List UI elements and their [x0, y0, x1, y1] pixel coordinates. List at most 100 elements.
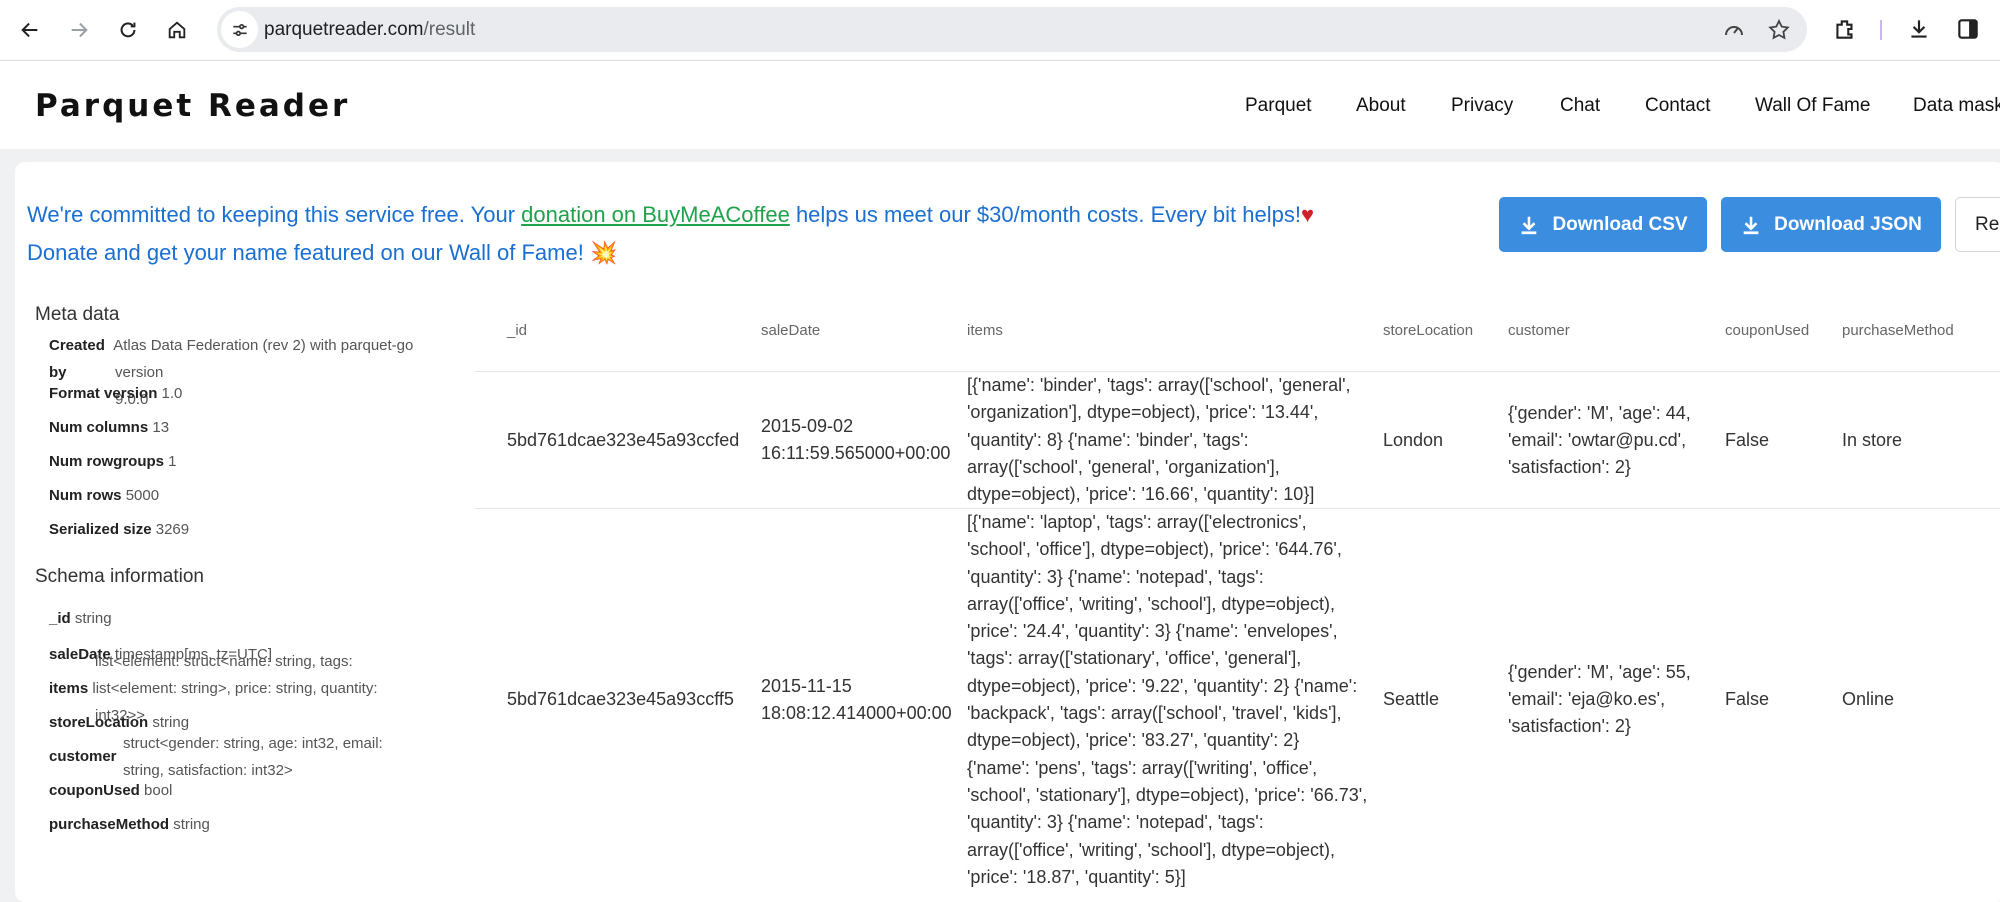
items-line: 'price': '18.87', 'quantity': 5}]	[967, 866, 1186, 887]
meta-label: Num rows	[49, 487, 122, 504]
download-json-button[interactable]: Download JSON	[1721, 197, 1941, 252]
column-header-saledate[interactable]: saleDate	[761, 322, 820, 339]
schema-value: string	[152, 714, 190, 731]
meta-row-format-version: Format version 1.0	[49, 380, 182, 407]
schema-value: bool	[144, 782, 173, 799]
schema-value: string	[173, 816, 210, 833]
column-header-items[interactable]: items	[967, 322, 1003, 339]
forward-icon[interactable]	[61, 12, 97, 48]
column-header-couponused[interactable]: couponUsed	[1725, 322, 1809, 339]
donation-link[interactable]: donation on BuyMeACoffee	[521, 202, 790, 227]
column-header-storelocation[interactable]: storeLocation	[1383, 322, 1473, 339]
download-icon[interactable]	[1904, 14, 1934, 44]
items-line: {'name': 'pens', 'tags': array(['writing…	[967, 757, 1318, 778]
cell-couponused: False	[1725, 430, 1770, 450]
items-line: dtype=object), 'price': '9.22', 'quantit…	[967, 675, 1358, 696]
meta-row-num-rows: Num rows 5000	[49, 482, 159, 509]
nav-privacy[interactable]: Privacy	[1451, 95, 1513, 117]
nav-contact[interactable]: Contact	[1645, 95, 1710, 117]
reload-icon[interactable]	[110, 12, 146, 48]
meta-value: 1.0	[161, 385, 183, 402]
items-line: [{'name': 'binder', 'tags': array(['scho…	[967, 375, 1351, 395]
schema-row-purchasemethod: purchaseMethod string	[49, 816, 210, 833]
heart-icon: ♥	[1300, 202, 1315, 227]
items-line: [{'name': 'laptop', 'tags': array(['elec…	[967, 512, 1307, 532]
nav-wall-of-fame[interactable]: Wall Of Fame	[1755, 95, 1870, 117]
customer-line: 'satisfaction': 2}	[1508, 457, 1631, 477]
schema-label: storeLocation	[49, 714, 149, 731]
back-icon[interactable]	[12, 12, 48, 48]
meta-row-serialized-size: Serialized size 3269	[49, 516, 189, 543]
schema-row-couponused: couponUsed bool	[49, 782, 172, 799]
cell-items: [{'name': 'binder', 'tags': array(['scho…	[967, 372, 1392, 508]
schema-label: purchaseMethod	[49, 816, 170, 833]
meta-value: 13	[152, 419, 170, 436]
items-line: array(['office', 'writing', 'school'], d…	[967, 839, 1335, 860]
schema-label: couponUsed	[49, 782, 140, 799]
read-button[interactable]: Re	[1955, 197, 2000, 252]
schema-value: string	[74, 610, 112, 627]
cell-couponused: False	[1725, 689, 1770, 709]
meta-label: Created	[49, 337, 105, 354]
customer-line: 'email': 'eja@ko.es',	[1508, 689, 1666, 709]
schema-customer-line-3: string, satisfaction: int32>	[123, 762, 293, 779]
column-header-id[interactable]: _id	[507, 322, 527, 339]
meta-label: Serialized size	[49, 521, 152, 538]
schema-items-line-1: list<element: struct<name: string, tags:	[95, 653, 353, 670]
site-header: Parquet Reader Parquet About Privacy Cha…	[0, 61, 2000, 149]
url-text[interactable]: parquetreader.com/result	[264, 19, 475, 41]
items-line: 'school', 'stationary'], dtype=object), …	[967, 784, 1368, 805]
download-icon	[1743, 216, 1759, 234]
toolbar-divider	[1880, 20, 1882, 40]
items-line: array(['office', 'writing', 'school'], d…	[967, 593, 1335, 614]
items-line: 'school', 'office'], dtype=object), 'pri…	[967, 539, 1342, 560]
donation-notice: We're committed to keeping this service …	[27, 196, 1314, 272]
extensions-icon[interactable]	[1830, 14, 1860, 44]
nav-about[interactable]: About	[1356, 95, 1406, 117]
schema-label: _id	[49, 610, 71, 627]
site-logo[interactable]: Parquet Reader	[35, 88, 350, 124]
address-bar[interactable]: parquetreader.com/result	[217, 7, 1807, 52]
cell-saledate: 2015-09-02 16:11:59.565000+00:00	[761, 413, 950, 467]
nav-parquet[interactable]: Parquet	[1245, 95, 1312, 117]
side-panel-icon[interactable]	[1953, 14, 1983, 44]
items-line: 'tags': array(['stationary', 'office', '…	[967, 648, 1302, 669]
schema-title: Schema information	[35, 566, 204, 587]
meta-value: 5000	[125, 487, 160, 504]
items-line: 'quantity': 3} {'name': 'notepad', 'tags…	[967, 812, 1264, 833]
url-host: parquetreader.com	[264, 19, 424, 40]
nav-chat[interactable]: Chat	[1560, 95, 1600, 117]
notice-text-2: helps us meet our $30/month costs. Every…	[789, 202, 1301, 227]
bookmark-star-icon[interactable]	[1766, 17, 1792, 43]
meta-row-num-columns: Num columns 13	[49, 414, 169, 441]
items-line: array(['school', 'general', 'organizatio…	[967, 456, 1280, 477]
download-csv-button[interactable]: Download CSV	[1499, 197, 1707, 252]
notice-line-1: We're committed to keeping this service …	[27, 196, 1314, 234]
meta-title: Meta data	[35, 304, 120, 325]
meta-row-num-rowgroups: Num rowgroups 1	[49, 448, 177, 475]
site-settings-icon[interactable]	[221, 11, 258, 48]
items-line: dtype=object), 'price': '16.66', 'quanti…	[967, 484, 1315, 505]
items-line: 'quantity': 3} {'name': 'notepad', 'tags…	[967, 566, 1264, 587]
items-line: 'quantity': 8} {'name': 'binder', 'tags'…	[967, 429, 1249, 450]
column-header-purchasemethod[interactable]: purchaseMethod	[1842, 322, 1954, 339]
cell-storelocation: Seattle	[1383, 689, 1440, 709]
notice-line-2: Donate and get your name featured on our…	[27, 240, 618, 265]
column-header-customer[interactable]: customer	[1508, 322, 1570, 339]
customer-line: 'satisfaction': 2}	[1508, 716, 1631, 736]
saledate-date: 2015-11-15	[761, 676, 852, 696]
cell-purchasemethod: Online	[1842, 689, 1895, 709]
cell-customer: {'gender': 'M', 'age': 55, 'email': 'eja…	[1508, 659, 1691, 740]
schema-row-customer: customer	[49, 748, 117, 765]
performance-icon[interactable]	[1721, 17, 1747, 43]
items-line: 'organization'], dtype=object), 'price':…	[967, 402, 1319, 423]
cell-items: [{'name': 'laptop', 'tags': array(['elec…	[967, 509, 1392, 891]
home-icon[interactable]	[159, 12, 195, 48]
download-csv-label: Download CSV	[1552, 213, 1688, 235]
meta-value: 3269	[155, 521, 190, 538]
nav-data-mask[interactable]: Data mask	[1913, 95, 2000, 117]
meta-label: Num rowgroups	[49, 453, 164, 470]
schema-row-items: items list<element: string>, price: stri…	[49, 680, 378, 697]
schema-row-storelocation: storeLocation string	[49, 714, 189, 731]
cell-storelocation: London	[1383, 430, 1444, 450]
